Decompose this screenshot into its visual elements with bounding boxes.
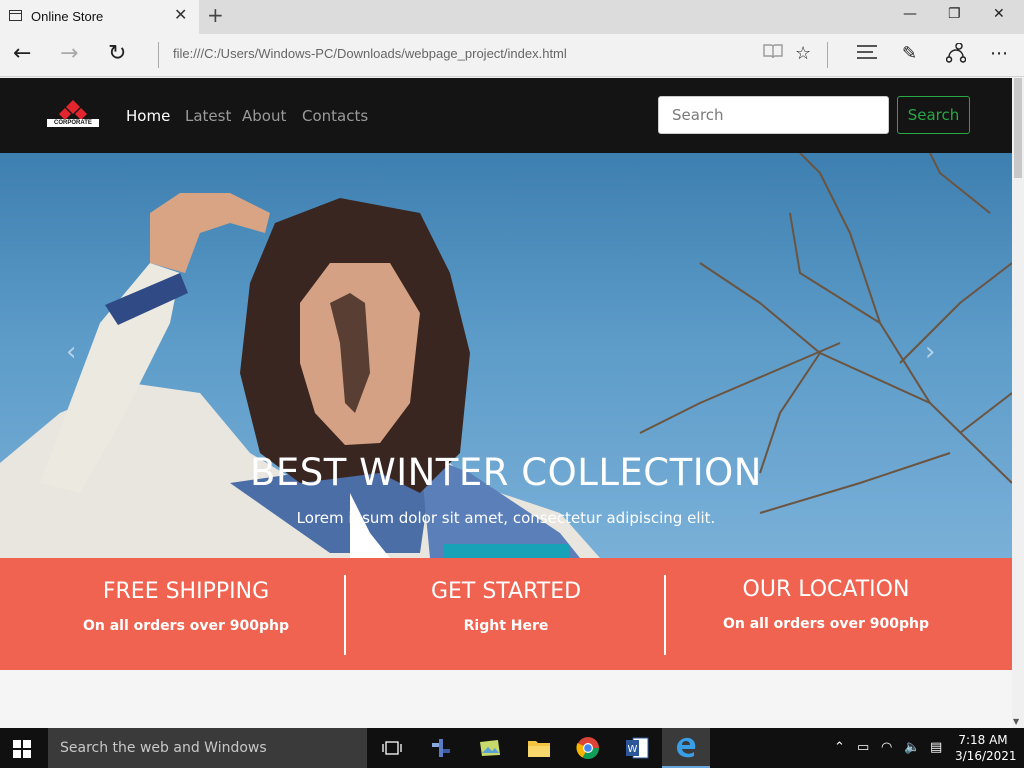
- nav-link-contacts[interactable]: Contacts: [302, 107, 368, 125]
- feature-subtitle: On all orders over 900php: [82, 618, 290, 634]
- favorites-star-icon[interactable]: ☆: [795, 43, 811, 64]
- wifi-icon[interactable]: ◠: [881, 740, 892, 755]
- nav-link-latest[interactable]: Latest: [185, 107, 231, 125]
- search-input[interactable]: [658, 96, 889, 134]
- corporate-logo[interactable]: CORPORATE: [47, 100, 99, 128]
- page-icon: [9, 10, 22, 21]
- word-icon[interactable]: W: [613, 728, 661, 768]
- nav-link-home[interactable]: Home: [126, 107, 170, 125]
- refresh-button[interactable]: ↻: [108, 41, 126, 66]
- hero-subtitle: Lorem ipsum dolor sit amet, consectetur …: [296, 509, 716, 527]
- logo-text: CORPORATE: [47, 119, 99, 127]
- chrome-icon[interactable]: [564, 728, 612, 768]
- taskbar-search-box[interactable]: Search the web and Windows: [48, 728, 367, 768]
- clock-time: 7:18 AM: [958, 733, 1008, 747]
- hero-title: BEST WINTER COLLECTION: [250, 451, 762, 494]
- share-icon[interactable]: [945, 42, 967, 68]
- hero-carousel: ‹ › BEST WINTER COLLECTION Lorem ipsum d…: [0, 153, 1012, 558]
- show-hidden-icons-icon[interactable]: ⌃: [834, 740, 845, 755]
- address-bar: ← → ↻ file:///C:/Users/Windows-PC/Downlo…: [0, 34, 1024, 77]
- maximize-button[interactable]: ❐: [948, 6, 961, 22]
- scroll-down-icon[interactable]: ▼: [1013, 717, 1019, 726]
- hero-image: [0, 153, 1012, 558]
- scroll-thumb[interactable]: [1014, 78, 1022, 178]
- tool-app-icon[interactable]: [417, 728, 465, 768]
- feature-title: FREE SHIPPING: [102, 579, 270, 604]
- page-viewport: CORPORATE Home Latest About Contacts Sea…: [0, 78, 1012, 728]
- window-close-button[interactable]: ✕: [993, 6, 1005, 22]
- site-navbar: CORPORATE Home Latest About Contacts Sea…: [0, 78, 1012, 153]
- windows-start-icon[interactable]: [13, 740, 31, 758]
- reading-view-icon[interactable]: [763, 43, 783, 64]
- divider: [158, 42, 159, 68]
- search-button[interactable]: Search: [897, 96, 970, 134]
- more-icon[interactable]: ⋯: [990, 43, 1008, 64]
- tab-close-icon[interactable]: ✕: [174, 5, 187, 24]
- browser-tab[interactable]: Online Store ✕: [0, 0, 199, 34]
- carousel-next-icon[interactable]: ›: [925, 337, 935, 367]
- feature-subtitle: On all orders over 900php: [722, 616, 930, 632]
- features-strip: FREE SHIPPING On all orders over 900php …: [0, 558, 1012, 670]
- hub-icon[interactable]: [857, 43, 877, 64]
- taskbar-clock[interactable]: 7:18 AM 3/16/2021: [955, 732, 1017, 764]
- forward-button[interactable]: →: [60, 41, 78, 66]
- battery-icon[interactable]: ▭: [857, 740, 869, 755]
- clock-date: 3/16/2021: [955, 749, 1017, 763]
- nav-link-about[interactable]: About: [242, 107, 286, 125]
- volume-icon[interactable]: 🔈: [904, 740, 920, 755]
- feature-title: GET STARTED: [430, 579, 582, 604]
- back-button[interactable]: ←: [13, 41, 31, 66]
- new-tab-button[interactable]: +: [207, 3, 224, 27]
- web-note-icon[interactable]: ✎: [902, 43, 917, 64]
- edge-icon[interactable]: [662, 728, 710, 768]
- feature-subtitle: Right Here: [463, 618, 549, 634]
- taskbar: Search the web and Windows W ⌃ ▭ ◠ 🔈 ▤ 7…: [0, 728, 1024, 768]
- notifications-icon[interactable]: ▤: [930, 740, 942, 755]
- divider: [827, 42, 828, 68]
- svg-text:W: W: [628, 744, 638, 755]
- browser-tab-bar: Online Store ✕ + — ❐ ✕: [0, 0, 1024, 34]
- feature-our-location: OUR LOCATION On all orders over 900php: [658, 558, 994, 670]
- logo-diamond-icon: [59, 100, 87, 120]
- feature-title: OUR LOCATION: [742, 577, 910, 602]
- minimize-button[interactable]: —: [903, 6, 917, 22]
- carousel-prev-icon[interactable]: ‹: [66, 337, 76, 367]
- tab-title: Online Store: [31, 9, 104, 24]
- photos-icon[interactable]: [466, 728, 514, 768]
- url-field[interactable]: file:///C:/Users/Windows-PC/Downloads/we…: [173, 46, 567, 61]
- file-explorer-icon[interactable]: [515, 728, 563, 768]
- feature-free-shipping: FREE SHIPPING On all orders over 900php: [18, 558, 354, 670]
- shop-now-button[interactable]: Shop Now: [443, 544, 569, 558]
- task-view-icon[interactable]: [368, 728, 416, 768]
- page-scrollbar[interactable]: ▼: [1012, 78, 1024, 728]
- feature-get-started: GET STARTED Right Here: [338, 558, 674, 670]
